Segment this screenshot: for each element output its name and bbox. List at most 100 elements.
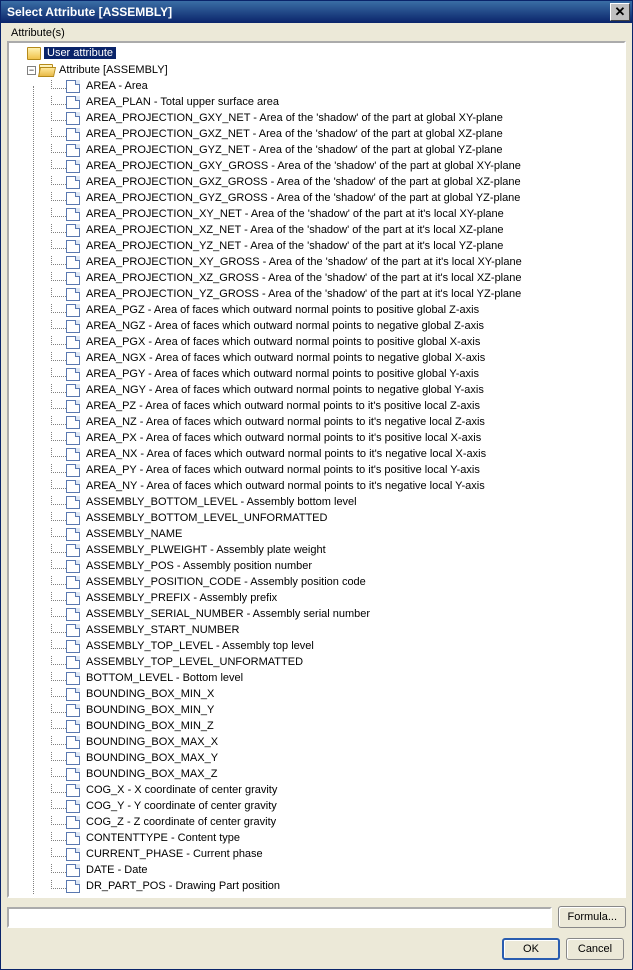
folder-icon xyxy=(27,47,41,60)
tree-item[interactable]: AREA_PX - Area of faces which outward no… xyxy=(9,430,624,446)
tree-item[interactable]: BOUNDING_BOX_MIN_X xyxy=(9,686,624,702)
tree-item[interactable]: ASSEMBLY_START_NUMBER xyxy=(9,622,624,638)
tree-item[interactable]: AREA_PROJECTION_XY_GROSS - Area of the '… xyxy=(9,254,624,270)
tree-item[interactable]: BOTTOM_LEVEL - Bottom level xyxy=(9,670,624,686)
tree-item[interactable]: BOUNDING_BOX_MAX_X xyxy=(9,734,624,750)
tree-item-label: AREA_PZ - Area of faces which outward no… xyxy=(83,400,483,412)
page-icon xyxy=(66,704,80,717)
page-icon xyxy=(66,624,80,637)
tree-item[interactable]: AREA_PROJECTION_YZ_NET - Area of the 'sh… xyxy=(9,238,624,254)
tree-item[interactable]: AREA_NGZ - Area of faces which outward n… xyxy=(9,318,624,334)
tree-item[interactable]: DATE - Date xyxy=(9,862,624,878)
tree-node-attribute-assembly[interactable]: − Attribute [ASSEMBLY] xyxy=(9,62,624,78)
cancel-button[interactable]: Cancel xyxy=(566,938,624,960)
tree-item-label: AREA_NGY - Area of faces which outward n… xyxy=(83,384,487,396)
tree-item-label: ASSEMBLY_SERIAL_NUMBER - Assembly serial… xyxy=(83,608,373,620)
folder-open-icon xyxy=(39,64,53,77)
tree-item[interactable]: BOUNDING_BOX_MIN_Y xyxy=(9,702,624,718)
page-icon xyxy=(66,384,80,397)
tree-item[interactable]: AREA_PY - Area of faces which outward no… xyxy=(9,462,624,478)
tree-item[interactable]: ASSEMBLY_NAME xyxy=(9,526,624,542)
tree-item[interactable]: AREA_NY - Area of faces which outward no… xyxy=(9,478,624,494)
tree-item[interactable]: AREA_PROJECTION_GYZ_GROSS - Area of the … xyxy=(9,190,624,206)
page-icon xyxy=(66,816,80,829)
tree-item[interactable]: AREA_PROJECTION_XY_NET - Area of the 'sh… xyxy=(9,206,624,222)
tree-item[interactable]: AREA_PGY - Area of faces which outward n… xyxy=(9,366,624,382)
tree-item-label: AREA_PROJECTION_YZ_NET - Area of the 'sh… xyxy=(83,240,506,252)
tree-item-label: COG_Z - Z coordinate of center gravity xyxy=(83,816,279,828)
tree-item[interactable]: AREA_PROJECTION_GXZ_NET - Area of the 's… xyxy=(9,126,624,142)
attribute-tree-scroll[interactable]: User attribute − Attribute [ASSEMBLY] AR… xyxy=(9,43,624,896)
tree-item-label: AREA_PROJECTION_XZ_GROSS - Area of the '… xyxy=(83,272,524,284)
tree-item[interactable]: ASSEMBLY_PREFIX - Assembly prefix xyxy=(9,590,624,606)
tree-item[interactable]: AREA_PROJECTION_GYZ_NET - Area of the 's… xyxy=(9,142,624,158)
tree-item-label: ASSEMBLY_BOTTOM_LEVEL_UNFORMATTED xyxy=(83,512,330,524)
tree-item-label: ASSEMBLY_BOTTOM_LEVEL - Assembly bottom … xyxy=(83,496,360,508)
tree-children: AREA - Area AREA_PLAN - Total upper surfa… xyxy=(9,78,624,894)
page-icon xyxy=(66,800,80,813)
page-icon xyxy=(66,784,80,797)
tree-item[interactable]: DR_PART_POS - Drawing Part position xyxy=(9,878,624,894)
page-icon xyxy=(66,368,80,381)
page-icon xyxy=(66,768,80,781)
tree-item[interactable]: AREA - Area xyxy=(9,78,624,94)
tree-node-user-attribute[interactable]: User attribute xyxy=(9,45,624,61)
tree-item[interactable]: CONTENTTYPE - Content type xyxy=(9,830,624,846)
tree-item[interactable]: CURRENT_PHASE - Current phase xyxy=(9,846,624,862)
tree-item[interactable]: AREA_PROJECTION_GXY_NET - Area of the 's… xyxy=(9,110,624,126)
attribute-input[interactable] xyxy=(7,907,552,928)
page-icon xyxy=(66,128,80,141)
tree-item[interactable]: AREA_PROJECTION_XZ_GROSS - Area of the '… xyxy=(9,270,624,286)
tree-item-label: BOTTOM_LEVEL - Bottom level xyxy=(83,672,246,684)
page-icon xyxy=(66,576,80,589)
tree-item[interactable]: BOUNDING_BOX_MAX_Y xyxy=(9,750,624,766)
page-icon xyxy=(66,432,80,445)
tree-item[interactable]: ASSEMBLY_BOTTOM_LEVEL - Assembly bottom … xyxy=(9,494,624,510)
tree-item[interactable]: ASSEMBLY_POSITION_CODE - Assembly positi… xyxy=(9,574,624,590)
node-label: Attribute [ASSEMBLY] xyxy=(56,64,171,76)
tree-item[interactable]: COG_Z - Z coordinate of center gravity xyxy=(9,814,624,830)
tree-item[interactable]: COG_X - X coordinate of center gravity xyxy=(9,782,624,798)
page-icon xyxy=(66,96,80,109)
page-icon xyxy=(66,352,80,365)
tree-item[interactable]: AREA_NX - Area of faces which outward no… xyxy=(9,446,624,462)
tree-item[interactable]: ASSEMBLY_POS - Assembly position number xyxy=(9,558,624,574)
close-button[interactable]: ✕ xyxy=(610,3,630,21)
tree-item[interactable]: BOUNDING_BOX_MIN_Z xyxy=(9,718,624,734)
tree-item-label: AREA_PROJECTION_GXZ_GROSS - Area of the … xyxy=(83,176,524,188)
tree-item[interactable]: ASSEMBLY_TOP_LEVEL_UNFORMATTED xyxy=(9,654,624,670)
tree-item[interactable]: AREA_PROJECTION_YZ_GROSS - Area of the '… xyxy=(9,286,624,302)
tree-item[interactable]: AREA_PROJECTION_XZ_NET - Area of the 'sh… xyxy=(9,222,624,238)
tree-item[interactable]: AREA_NGY - Area of faces which outward n… xyxy=(9,382,624,398)
tree-item-label: CURRENT_PHASE - Current phase xyxy=(83,848,266,860)
page-icon xyxy=(66,208,80,221)
collapse-icon[interactable]: − xyxy=(27,66,36,75)
tree-item[interactable]: AREA_PZ - Area of faces which outward no… xyxy=(9,398,624,414)
tree-item-label: AREA_PROJECTION_GXZ_NET - Area of the 's… xyxy=(83,128,506,140)
tree-item[interactable]: AREA_PLAN - Total upper surface area xyxy=(9,94,624,110)
ok-button[interactable]: OK xyxy=(502,938,560,960)
dialog-buttons: OK Cancel xyxy=(1,932,632,970)
tree-item[interactable]: ASSEMBLY_PLWEIGHT - Assembly plate weigh… xyxy=(9,542,624,558)
tree-item[interactable]: AREA_PROJECTION_GXY_GROSS - Area of the … xyxy=(9,158,624,174)
tree-item-label: AREA_PROJECTION_XY_GROSS - Area of the '… xyxy=(83,256,525,268)
tree-item[interactable]: COG_Y - Y coordinate of center gravity xyxy=(9,798,624,814)
tree-item[interactable]: ASSEMBLY_TOP_LEVEL - Assembly top level xyxy=(9,638,624,654)
attribute-tree: User attribute − Attribute [ASSEMBLY] AR… xyxy=(7,41,626,898)
page-icon xyxy=(66,272,80,285)
tree-item[interactable]: AREA_PGX - Area of faces which outward n… xyxy=(9,334,624,350)
tree-item[interactable]: AREA_PGZ - Area of faces which outward n… xyxy=(9,302,624,318)
tree-item[interactable]: BOUNDING_BOX_MAX_Z xyxy=(9,766,624,782)
tree-item[interactable]: AREA_PROJECTION_GXZ_GROSS - Area of the … xyxy=(9,174,624,190)
page-icon xyxy=(66,320,80,333)
tree-item[interactable]: ASSEMBLY_SERIAL_NUMBER - Assembly serial… xyxy=(9,606,624,622)
tree-item-label: AREA - Area xyxy=(83,80,151,92)
tree-item-label: ASSEMBLY_TOP_LEVEL_UNFORMATTED xyxy=(83,656,306,668)
page-icon xyxy=(66,464,80,477)
tree-item[interactable]: AREA_NGX - Area of faces which outward n… xyxy=(9,350,624,366)
title-bar: Select Attribute [ASSEMBLY] ✕ xyxy=(1,1,632,23)
tree-item[interactable]: AREA_NZ - Area of faces which outward no… xyxy=(9,414,624,430)
tree-item[interactable]: ASSEMBLY_BOTTOM_LEVEL_UNFORMATTED xyxy=(9,510,624,526)
page-icon xyxy=(66,224,80,237)
formula-button[interactable]: Formula... xyxy=(558,906,626,928)
